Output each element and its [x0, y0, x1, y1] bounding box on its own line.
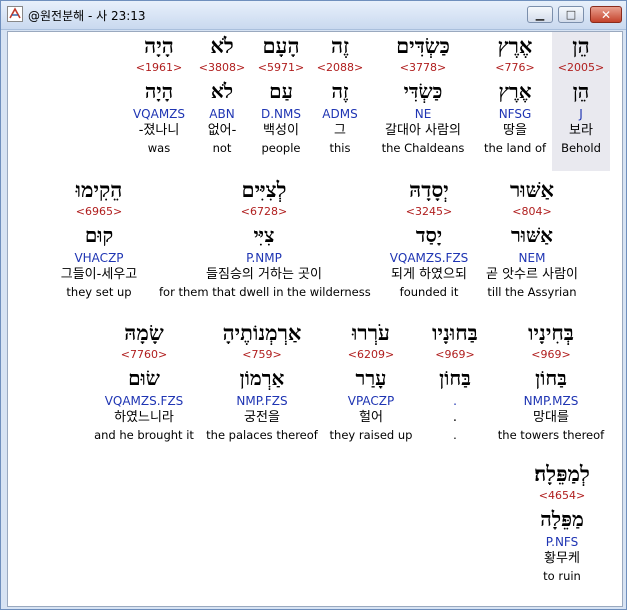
hebrew-word: בַּחוּנָיו [432, 320, 478, 345]
english-gloss: people [261, 141, 301, 155]
parse-code: D.NMS [260, 107, 301, 121]
interlinear-panel: הֵן <2005> הֵן J 보라 Behold אֶרֶץ <776> א… [7, 31, 623, 607]
app-window: @원전분해 - 사 23:13 ▁ □ ✕ הֵן <2005> הֵן J 보… [0, 0, 627, 610]
word-cell[interactable]: לֹא <3808> לֹא ABN 없어- not [192, 32, 252, 156]
strong-number[interactable]: <7760> [89, 347, 199, 363]
lemma-word: הָיָה [144, 79, 174, 103]
parse-code: VHACZP [74, 251, 124, 265]
minimize-icon: ▁ [535, 8, 545, 21]
strong-number[interactable]: <759> [187, 347, 337, 363]
strong-number[interactable]: <5971> [246, 60, 316, 76]
word-cell[interactable]: בְּחִינָיו <969> בַּחוֹן NMP.MZS 망대를 the… [496, 319, 606, 443]
hebrew-word: לְמַפֵּלָה׃ [534, 461, 590, 486]
korean-gloss: -졌나니 [138, 123, 180, 138]
korean-gloss: 들짐승의 거하는 곳이 [206, 267, 322, 282]
parse-code: NE [414, 107, 432, 121]
minimize-button[interactable]: ▁ [527, 6, 553, 23]
parse-code: ABN [209, 107, 235, 121]
english-gloss: to ruin [543, 569, 581, 583]
hebrew-word: לֹא [210, 33, 234, 58]
word-cell[interactable]: הֵקִימוּ <6965> קוּם VHACZP 그들이-세우고 they… [44, 176, 154, 300]
korean-gloss: 그들이-세우고 [60, 267, 138, 282]
english-gloss: not [212, 141, 232, 155]
strong-number[interactable]: <969> [420, 347, 490, 363]
parse-code: P.NFS [545, 535, 579, 549]
parse-code: . [453, 394, 457, 408]
english-gloss: they set up [66, 285, 132, 299]
strong-number[interactable]: <6728> [159, 204, 369, 220]
word-cell[interactable]: הָעָם <5971> עַם D.NMS 백성이 people [246, 32, 316, 156]
window-title: @원전분해 - 사 23:13 [28, 9, 146, 23]
word-cell[interactable]: אַרְמְנוֹתֶיהָ <759> אַרְמוֹן NMP.FZS 궁전… [187, 319, 337, 443]
strong-number[interactable]: <969> [496, 347, 606, 363]
word-cell[interactable]: הָיָה <1961> הָיָה VQAMZS -졌나니 was [124, 32, 194, 156]
lemma-word: בַּחוֹן [439, 366, 471, 390]
korean-gloss: 되게 하였으되 [391, 267, 467, 282]
english-gloss: was [147, 141, 171, 155]
hebrew-word: הֵקִימוּ [75, 177, 123, 202]
korean-gloss: 없어- [207, 123, 237, 138]
hebrew-word: אַרְמְנוֹתֶיהָ [222, 320, 302, 345]
lemma-word: צִיִּי [253, 223, 275, 247]
korean-gloss: 망대를 [533, 410, 569, 425]
english-gloss: for them that dwell in the wilderness [159, 285, 371, 299]
strong-number[interactable]: <3245> [374, 204, 484, 220]
close-button[interactable]: ✕ [590, 6, 622, 23]
hebrew-word: כַּשְׂדִּים [396, 33, 450, 58]
word-cell[interactable]: לְצִיִּים <6728> צִיִּי P.NMP 들짐승의 거하는 곳… [159, 176, 371, 300]
hebrew-word: יְסָדָהּ [409, 177, 449, 202]
lemma-word: קוּם [84, 223, 114, 247]
hebrew-word: הָעָם [262, 33, 300, 58]
korean-gloss: . [452, 410, 458, 425]
strong-number[interactable]: <4654> [507, 488, 617, 504]
english-gloss: founded it [399, 285, 459, 299]
parse-code: VQAMZS [132, 107, 186, 121]
parse-code: VQAMZS.FZS [389, 251, 469, 265]
hebrew-word: הָיָה [144, 33, 174, 58]
strong-number[interactable]: <6965> [44, 204, 154, 220]
parse-code: VQAMZS.FZS [104, 394, 184, 408]
english-gloss: the Chaldeans [381, 141, 465, 155]
strong-number[interactable]: <3808> [192, 60, 252, 76]
maximize-button[interactable]: □ [558, 6, 584, 23]
strong-number[interactable]: <1961> [124, 60, 194, 76]
korean-gloss: 백성이 [263, 123, 299, 138]
word-cell[interactable]: לְמַפֵּלָה׃ <4654> מַפֵּלָה P.NFS 황무케 to… [507, 460, 617, 584]
close-icon: ✕ [600, 7, 612, 22]
word-cell[interactable]: כַּשְׂדִּים <3778> כַּשְׂדִּי NE 갈대아 사람의… [368, 32, 478, 156]
lemma-word: מַפֵּלָה [540, 507, 584, 531]
korean-gloss: 하였느니라 [114, 410, 174, 425]
lemma-word: בַּחוֹן [535, 366, 567, 390]
maximize-icon: □ [565, 8, 577, 21]
korean-gloss: 궁전을 [244, 410, 280, 425]
hebrew-word: שָׂמָהּ [124, 320, 164, 345]
english-gloss: . [453, 428, 457, 442]
hebrew-word: לְצִיִּים [241, 177, 287, 202]
lemma-word: כַּשְׂדִּי [403, 79, 443, 103]
english-gloss: the palaces thereof [206, 428, 318, 442]
lemma-word: אַרְמוֹן [239, 366, 285, 390]
app-logo-icon [7, 6, 23, 22]
word-cell[interactable]: בַּחוּנָיו <969> בַּחוֹן . . . [420, 319, 490, 443]
lemma-word: יָסַד [415, 223, 443, 247]
parse-code: P.NMP [246, 251, 282, 265]
strong-number[interactable]: <3778> [368, 60, 478, 76]
korean-gloss: 황무케 [544, 551, 580, 566]
lemma-word: שׂוּם [128, 366, 160, 390]
lemma-word: לֹא [210, 79, 234, 103]
korean-gloss: 갈대아 사람의 [385, 123, 461, 138]
parse-code: NMP.MZS [523, 394, 579, 408]
word-cell[interactable]: שָׂמָהּ <7760> שׂוּם VQAMZS.FZS 하였느니라 an… [89, 319, 199, 443]
english-gloss: the towers thereof [497, 428, 605, 442]
parse-code: NMP.FZS [236, 394, 288, 408]
hebrew-word: בְּחִינָיו [528, 320, 574, 345]
word-cell[interactable]: יְסָדָהּ <3245> יָסַד VQAMZS.FZS 되게 하였으되… [374, 176, 484, 300]
lemma-word: עַם [269, 79, 293, 103]
title-bar[interactable]: @원전분해 - 사 23:13 ▁ □ ✕ [1, 1, 626, 30]
english-gloss: and he brought it [94, 428, 194, 442]
